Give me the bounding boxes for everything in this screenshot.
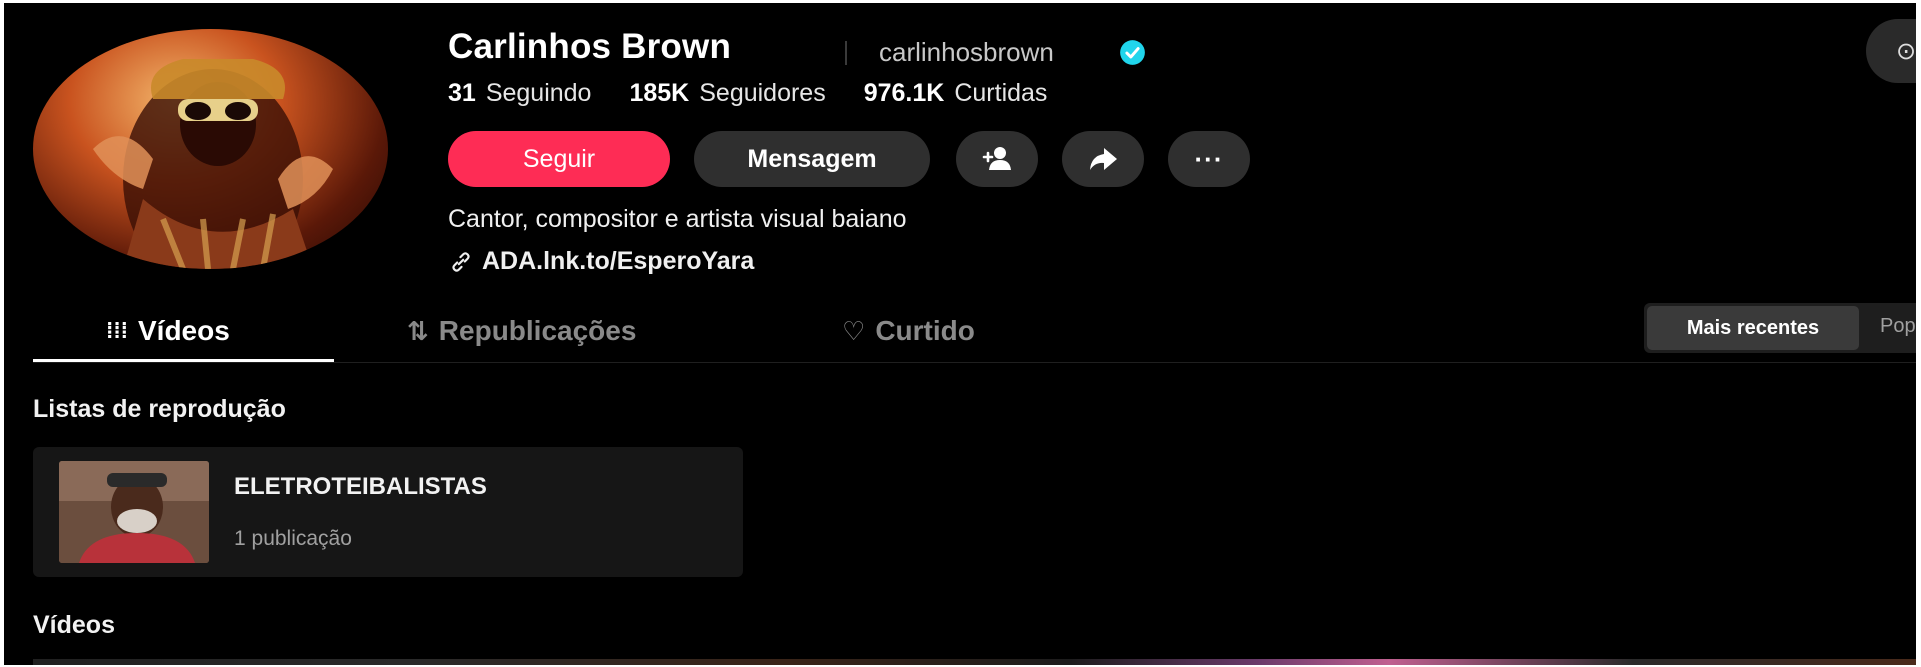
stat-followers[interactable]: 185K Seguidores — [629, 79, 825, 108]
more-button[interactable]: ··· — [1168, 131, 1250, 187]
playlist-count: 1 publicação — [234, 527, 352, 550]
stat-label: Seguindo — [485, 79, 592, 107]
stat-value: 31 — [448, 79, 476, 107]
follow-button[interactable]: Seguir — [448, 131, 670, 187]
profile-link[interactable]: ADA.lnk.to/EsperoYara — [448, 247, 754, 276]
tab-reposts[interactable]: ⇅ Republicações — [407, 315, 636, 347]
sort-latest-button[interactable]: Mais recentes — [1647, 306, 1859, 350]
share-button[interactable] — [1062, 131, 1144, 187]
tab-liked[interactable]: ♡ Curtido — [842, 315, 975, 347]
playlist-thumbnail — [59, 461, 209, 563]
heart-icon: ♡ — [842, 315, 866, 346]
stat-likes: 976.1K Curtidas — [864, 79, 1048, 108]
sort-popular-button[interactable]: Pop — [1880, 315, 1916, 338]
username: carlinhosbrown — [879, 37, 1054, 67]
tab-videos[interactable]: ⁞⁞⁞ Vídeos — [106, 315, 230, 347]
link-icon — [452, 251, 470, 272]
profile-link-text: ADA.lnk.to/EsperoYara — [482, 247, 755, 275]
profile-stats: 31 Seguindo 185K Seguidores 976.1K Curti… — [448, 79, 1085, 108]
playlists-heading: Listas de reprodução — [33, 395, 286, 423]
video-grid-preview — [33, 659, 1916, 665]
bio-text: Cantor, compositor e artista visual baia… — [448, 205, 907, 233]
tab-label: Vídeos — [137, 315, 230, 346]
embed-button[interactable]: ⊙ — [1866, 19, 1916, 83]
message-button[interactable]: Mensagem — [694, 131, 930, 187]
playlist-title: ELETROTEIBALISTAS — [234, 473, 487, 500]
stat-value: 976.1K — [863, 79, 945, 107]
profile-page: Carlinhos Brown carlinhosbrown 31 Seguin… — [4, 3, 1916, 665]
share-arrow-icon — [1090, 148, 1117, 170]
tab-label: Curtido — [875, 315, 975, 346]
tab-label: Republicações — [438, 315, 637, 346]
sort-toggle: Mais recentes Pop — [1644, 303, 1916, 353]
stat-label: Curtidas — [954, 79, 1048, 107]
stat-value: 185K — [629, 79, 690, 107]
stat-label: Seguidores — [699, 79, 826, 107]
add-user-icon — [982, 147, 1011, 170]
stat-following[interactable]: 31 Seguindo — [448, 79, 591, 108]
verified-badge-icon — [1120, 40, 1145, 65]
grid-icon: ⁞⁞⁞ — [106, 318, 128, 343]
avatar-image — [93, 59, 333, 269]
videos-heading: Vídeos — [33, 611, 115, 639]
playlist-thumbnail-image — [59, 461, 209, 563]
playlist-card[interactable]: ELETROTEIBALISTAS 1 publicação — [33, 447, 743, 577]
embed-icon: ⊙ — [1896, 38, 1916, 65]
display-name: Carlinhos Brown — [448, 27, 732, 66]
add-friend-button[interactable] — [956, 131, 1038, 187]
repost-icon: ⇅ — [407, 315, 429, 346]
name-divider — [845, 41, 847, 65]
tabs-divider — [33, 362, 1916, 363]
avatar[interactable] — [33, 29, 388, 269]
more-dots-icon: ··· — [1194, 143, 1224, 174]
